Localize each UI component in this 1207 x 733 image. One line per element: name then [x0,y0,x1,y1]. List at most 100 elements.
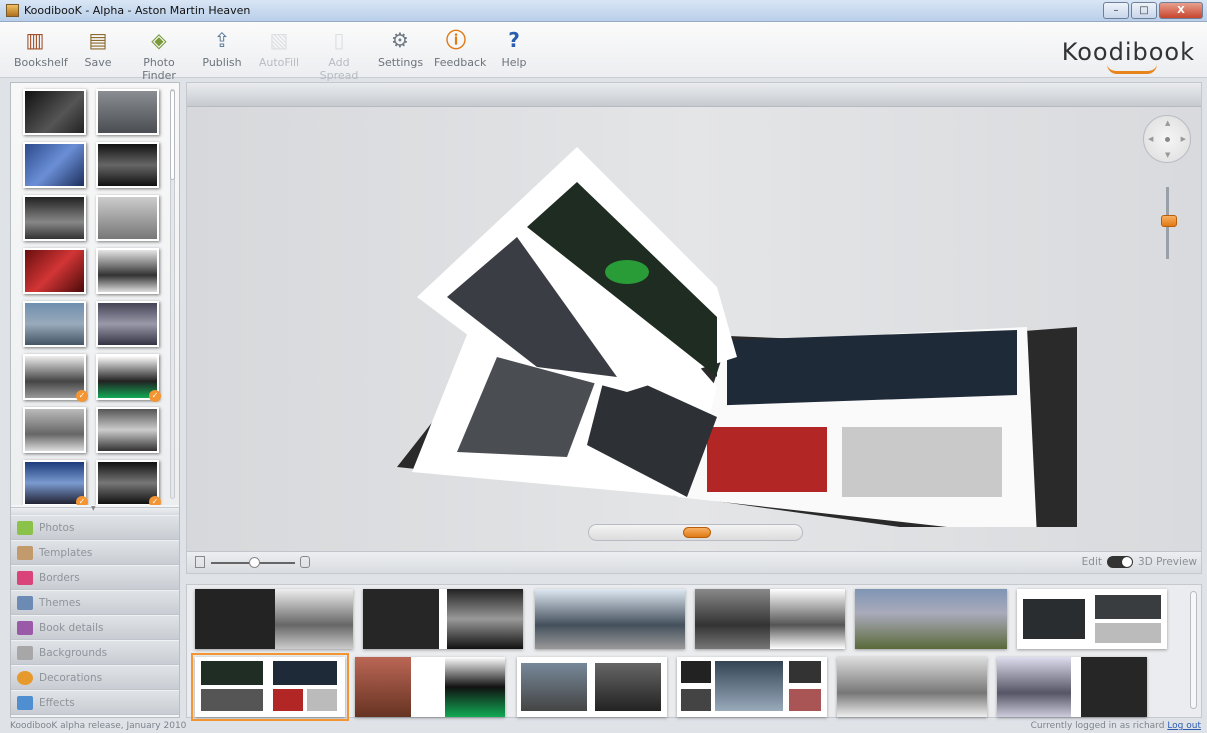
toggle-switch[interactable] [1107,556,1134,568]
right-page-photo [707,427,827,492]
spread-thumbnail[interactable] [855,589,1007,649]
spread-page [355,657,411,717]
window-controls: – □ X [1103,2,1203,19]
used-check-icon: ✓ [149,390,161,402]
add-spread-button[interactable]: ▯ Add Spread [312,28,366,82]
edit-label: Edit [1081,556,1103,568]
nav-up-icon[interactable]: ▲ [1165,119,1170,127]
spread-thumbnail[interactable] [677,657,827,717]
nav-themes[interactable]: Themes [11,590,179,615]
autofill-label: AutoFill [258,56,300,69]
photo-thumbnail[interactable] [23,142,86,188]
help-button[interactable]: ? Help [500,28,528,69]
spread-thumbnail[interactable] [535,589,685,649]
nav-decorations[interactable]: Decorations [11,665,179,690]
photo-thumbnail[interactable]: ✓ [96,354,161,402]
spread-thumbnail[interactable] [355,657,505,717]
nav-right-icon[interactable]: ▶ [1181,135,1186,143]
left-panel: ✓ ✓ ✓ ✓ ▼ Photos Templates Borders Theme… [10,82,180,718]
feedback-label: Feedback [434,56,487,69]
maximize-button[interactable]: □ [1131,2,1157,19]
photo-grid: ✓ ✓ ✓ ✓ [11,83,179,505]
publish-button[interactable]: ⇪ Publish [202,28,242,69]
settings-icon: ⚙ [391,28,409,52]
spread-page [789,661,821,683]
slider-knob[interactable] [249,557,260,568]
nav-borders[interactable]: Borders [11,565,179,590]
spread-page [447,589,523,649]
nav-label: Backgrounds [39,647,108,659]
nav-effects[interactable]: Effects [11,690,179,715]
photo-thumbnail[interactable] [23,407,86,453]
canvas-footer: Edit 3D Preview [187,551,1201,573]
nav-label: Themes [39,597,81,609]
login-status-text: Currently logged in as richard [1030,721,1165,731]
minimize-button[interactable]: – [1103,2,1129,19]
spread-thumbnail[interactable] [363,589,523,649]
spread-thumbnail-selected[interactable] [191,653,349,721]
photo-thumbnail[interactable] [96,89,159,135]
templates-icon [17,546,33,560]
spread-thumbnail[interactable] [695,589,845,649]
photo-thumbnail[interactable] [96,407,159,453]
spread-thumbnail[interactable] [1017,589,1167,649]
photo-thumbnail[interactable] [23,195,86,241]
photo-thumbnail[interactable] [96,195,159,241]
nav-label: Decorations [39,672,103,684]
bookshelf-button[interactable]: ▥ Bookshelf [14,28,68,69]
photo-thumbnail[interactable] [23,301,86,347]
nav-label: Photos [39,522,75,534]
photo-thumbnail[interactable] [96,142,159,188]
3d-stage[interactable]: ▲ ▼ ◀ ▶ [187,107,1201,551]
spread-thumbnail[interactable] [195,589,353,649]
photo-thumbnail[interactable] [96,301,159,347]
nav-label: Book details [39,622,104,634]
page-scrubber[interactable] [588,524,803,541]
spread-page [363,589,439,649]
photo-thumbnail[interactable] [23,89,86,135]
photo-finder-button[interactable]: ◈ Photo Finder [130,28,188,82]
settings-button[interactable]: ⚙ Settings [378,28,423,69]
photo-thumbnail[interactable]: ✓ [23,354,88,402]
feedback-button[interactable]: ⓘ Feedback [434,28,486,69]
book-3d-preview[interactable] [387,127,1087,527]
autofill-button[interactable]: ▧ AutoFill [258,28,300,69]
spread-page [681,689,711,711]
zoom-slider-knob[interactable] [1161,215,1177,227]
spread-thumbnail[interactable] [517,657,667,717]
spread-page [195,589,275,649]
save-button[interactable]: ▤ Save [78,28,118,69]
app-icon [6,4,19,17]
view-navigation-control[interactable]: ▲ ▼ ◀ ▶ [1143,115,1191,163]
panel-splitter[interactable]: ▼ [11,505,179,515]
photo-grid-scrollbar[interactable] [170,89,175,499]
spread-page [1095,623,1161,643]
photo-thumbnail[interactable] [23,248,86,294]
logout-link[interactable]: Log out [1167,721,1201,731]
spread-page [789,689,821,711]
window-title-bar: KoodibooK - Alpha - Aston Martin Heaven … [0,0,1207,22]
photo-thumbnail[interactable]: ✓ [23,460,88,505]
nav-templates[interactable]: Templates [11,540,179,565]
scrollbar-thumb[interactable] [170,90,175,180]
nav-book-details[interactable]: Book details [11,615,179,640]
used-check-icon: ✓ [76,390,88,402]
spread-thumbnail[interactable] [837,657,987,717]
nav-photos[interactable]: Photos [11,515,179,540]
release-note: KoodibooK alpha release, January 2010 [10,721,187,731]
nav-backgrounds[interactable]: Backgrounds [11,640,179,665]
spread-strip-scrollbar[interactable] [1190,591,1197,709]
nav-down-icon[interactable]: ▼ [1165,151,1170,159]
spread-thumbnail[interactable] [997,657,1147,717]
spread-page [445,657,505,717]
spread-page [521,663,587,711]
photo-thumbnail[interactable] [96,248,159,294]
close-button[interactable]: X [1159,2,1203,19]
effects-icon [17,696,33,710]
edit-preview-toggle[interactable]: Edit 3D Preview [1082,556,1197,568]
toggle-knob [1122,557,1133,567]
photo-thumbnail[interactable]: ✓ [96,460,161,505]
nav-left-icon[interactable]: ◀ [1148,135,1153,143]
thumbnail-size-slider[interactable] [195,556,310,570]
page-scrubber-knob[interactable] [683,527,711,538]
